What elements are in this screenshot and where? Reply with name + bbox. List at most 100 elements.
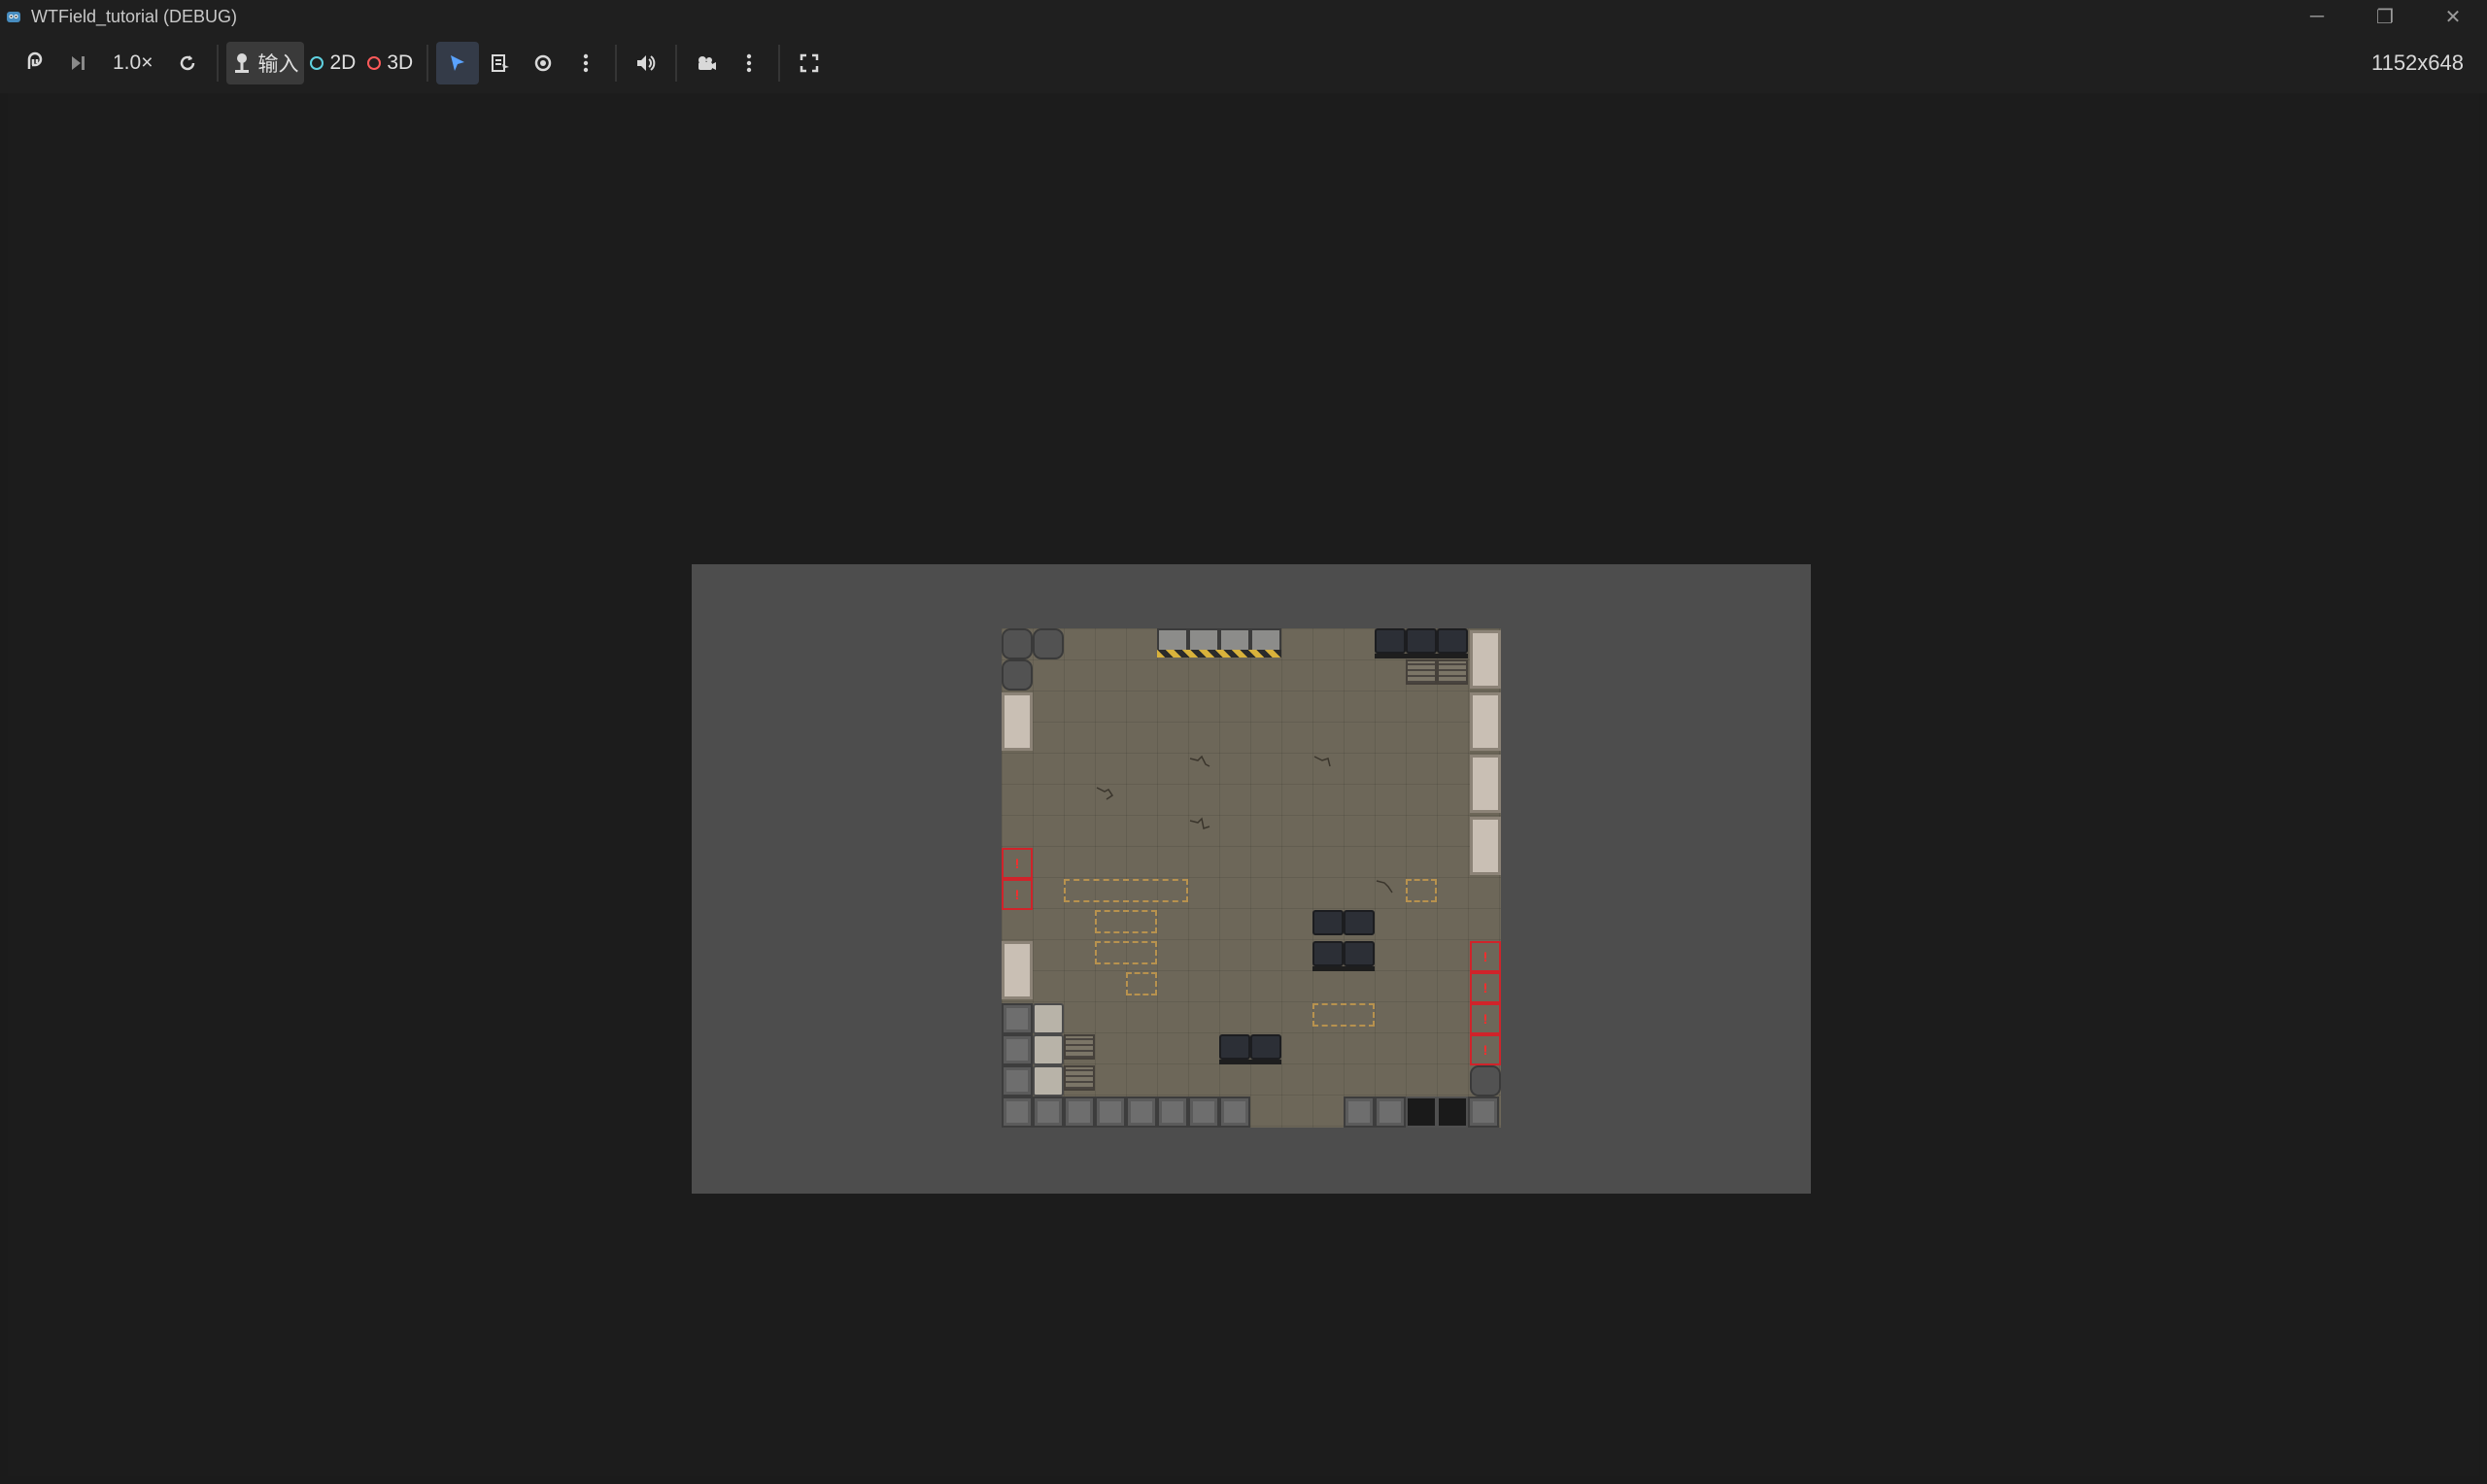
title-bar: WTField_tutorial (DEBUG) ─ ❐ ✕ — [0, 0, 2487, 33]
minimize-button[interactable]: ─ — [2283, 0, 2351, 33]
toolbar-separator — [426, 45, 429, 82]
dashed-zone — [1312, 1003, 1375, 1027]
list-select-icon[interactable] — [479, 42, 522, 84]
more-options-icon[interactable] — [564, 42, 607, 84]
maximize-button[interactable]: ❐ — [2351, 0, 2419, 33]
floor-crack — [1189, 755, 1210, 767]
alert-glyph: ! — [1482, 980, 1488, 995]
mode-2d-label: 2D — [329, 51, 357, 74]
godot-logo-icon — [4, 7, 23, 26]
mode-3d-button[interactable]: 3D — [361, 42, 419, 84]
floor-panel — [1064, 1096, 1095, 1128]
floor-crack — [1313, 756, 1331, 767]
wall-pillar — [1470, 817, 1501, 875]
floor-panel — [1033, 1096, 1064, 1128]
monitor-console — [1250, 628, 1281, 652]
hazard-strip — [1157, 650, 1281, 658]
dark-crate — [1375, 628, 1406, 654]
crate-shadow — [1219, 1060, 1281, 1064]
floor-panel — [1002, 1034, 1033, 1065]
wall-pillar — [1470, 692, 1501, 751]
floor-panel — [1468, 1096, 1499, 1128]
dashed-zone — [1406, 879, 1437, 902]
alert-panel: ! — [1002, 879, 1033, 910]
alert-glyph: ! — [1482, 949, 1488, 964]
floor-crack — [1376, 880, 1393, 894]
shelf-tile — [1064, 1034, 1095, 1060]
floor-panel — [1002, 1065, 1033, 1096]
tutorial-room: ! ! ! ! ! ! — [1002, 628, 1501, 1128]
floor-panel — [1002, 1003, 1033, 1034]
game-viewport[interactable]: ! ! ! ! ! ! — [8, 93, 2479, 1476]
wall-vent-tile — [1470, 1065, 1501, 1096]
floor-panel — [1344, 1096, 1375, 1128]
monitor-console — [1188, 628, 1219, 652]
fullscreen-icon[interactable] — [788, 42, 831, 84]
dark-crate — [1312, 941, 1344, 966]
camera-options-icon[interactable] — [728, 42, 770, 84]
floor-panel — [1157, 1096, 1188, 1128]
monitor-console — [1219, 628, 1250, 652]
audio-mute-icon[interactable] — [625, 42, 667, 84]
camera-override-icon[interactable] — [685, 42, 728, 84]
input-mode-button[interactable]: 输入 — [226, 42, 305, 84]
pause-game-icon[interactable] — [14, 42, 56, 84]
dark-crate — [1219, 1034, 1250, 1060]
joystick-icon — [235, 53, 250, 73]
toolbar-separator — [778, 45, 781, 82]
toolbar-separator — [675, 45, 678, 82]
next-frame-icon[interactable] — [56, 42, 99, 84]
alert-panel: ! — [1470, 1003, 1501, 1034]
floor-crack — [1096, 787, 1114, 800]
wall-pillar — [1470, 755, 1501, 813]
wall-vent-tile — [1002, 659, 1033, 691]
wall-vent-tile — [1033, 628, 1064, 659]
dark-crate — [1250, 1034, 1281, 1060]
floor-hole — [1406, 1096, 1437, 1128]
select-tool-icon[interactable] — [436, 42, 480, 84]
wall-pillar — [1002, 692, 1033, 751]
supply-bag — [1033, 1034, 1064, 1065]
crate-shadow — [1312, 966, 1375, 971]
alert-glyph: ! — [1014, 856, 1020, 871]
close-button[interactable]: ✕ — [2419, 0, 2487, 33]
dark-crate — [1344, 910, 1375, 935]
dashed-zone — [1126, 972, 1157, 995]
game-canvas[interactable]: ! ! ! ! ! ! — [692, 564, 1811, 1194]
input-mode-label: 输入 — [257, 53, 299, 76]
time-scale-label[interactable]: 1.0× — [99, 51, 166, 75]
dashed-zone — [1095, 910, 1157, 933]
dark-crate — [1437, 628, 1468, 654]
toolbar-separator — [615, 45, 618, 82]
window-title: WTField_tutorial (DEBUG) — [31, 6, 238, 26]
floor-panel — [1375, 1096, 1406, 1128]
mode-2d-button[interactable]: 2D — [304, 42, 361, 84]
wall-pillar — [1002, 941, 1033, 999]
alert-glyph: ! — [1014, 887, 1020, 902]
alert-panel: ! — [1002, 848, 1033, 879]
crate-shadow — [1375, 654, 1468, 658]
supply-bag — [1033, 1003, 1064, 1034]
supply-bag — [1033, 1065, 1064, 1096]
debug-toolbar: 1.0× 输入 2D 3D 1152x648 — [0, 33, 2487, 93]
alert-panel: ! — [1470, 1034, 1501, 1065]
circle-3d-icon — [367, 56, 382, 70]
reset-time-scale-icon[interactable] — [166, 42, 209, 84]
mode-3d-label: 3D — [387, 51, 414, 74]
floor-panel — [1219, 1096, 1250, 1128]
floor-panel — [1095, 1096, 1126, 1128]
floor-hole — [1437, 1096, 1468, 1128]
floor-panel — [1188, 1096, 1219, 1128]
alert-glyph: ! — [1482, 1042, 1488, 1058]
dashed-zone — [1064, 879, 1188, 902]
toolbar-separator — [217, 45, 220, 82]
monitor-console — [1157, 628, 1188, 652]
dark-crate — [1344, 941, 1375, 966]
shelf-tile — [1406, 659, 1437, 685]
alert-glyph: ! — [1482, 1011, 1488, 1027]
floor-crack — [1189, 817, 1210, 829]
shelf-tile — [1437, 659, 1468, 685]
alert-panel: ! — [1470, 941, 1501, 972]
visibility-icon[interactable] — [522, 42, 564, 84]
wall-vent-tile — [1002, 628, 1033, 659]
